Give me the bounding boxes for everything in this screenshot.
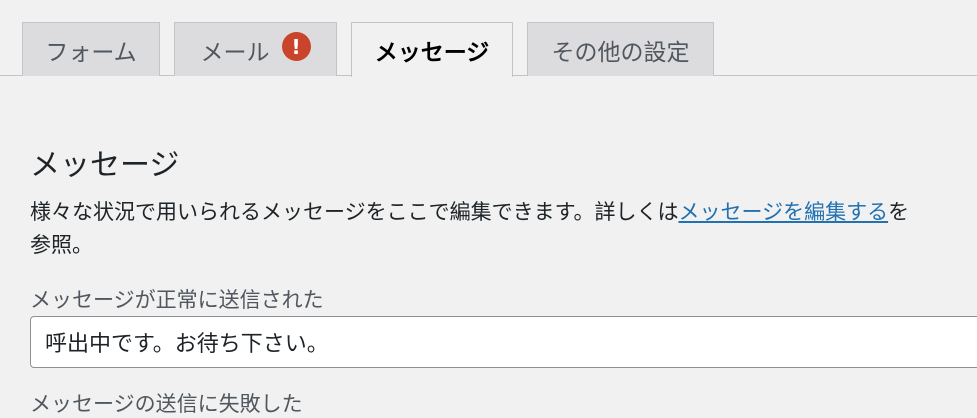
section-title: メッセージ [30,148,180,183]
description-text: 様々な状況で用いられるメッセージをここで編集できます。詳しくは [30,200,679,224]
tab-mail[interactable]: メール ! [174,22,337,76]
description-suffix: を [888,200,910,224]
tab-bar: フォーム メール ! メッセージ その他の設定 [0,0,977,77]
tab-form-label: フォーム [45,39,137,66]
tab-form[interactable]: フォーム [22,22,160,76]
mail-sent-ok-label: メッセージが正常に送信された [30,288,324,312]
tab-messages-label: メッセージ [374,40,490,66]
warning-badge-icon: ! [281,32,311,61]
tab-other-settings-label: その他の設定 [551,39,690,66]
tab-messages[interactable]: メッセージ [351,22,513,77]
edit-messages-link[interactable]: メッセージを編集する [678,200,888,224]
tab-other-settings[interactable]: その他の設定 [527,22,714,76]
mail-sent-ok-input[interactable] [30,316,977,368]
section-description: 様々な状況で用いられるメッセージをここで編集できます。詳しくはメッセージを編集す… [30,196,977,262]
mail-sent-ng-label: メッセージの送信に失敗した [30,392,303,416]
tab-mail-label: メール [200,39,270,66]
description-line2: 参照。 [30,233,93,257]
